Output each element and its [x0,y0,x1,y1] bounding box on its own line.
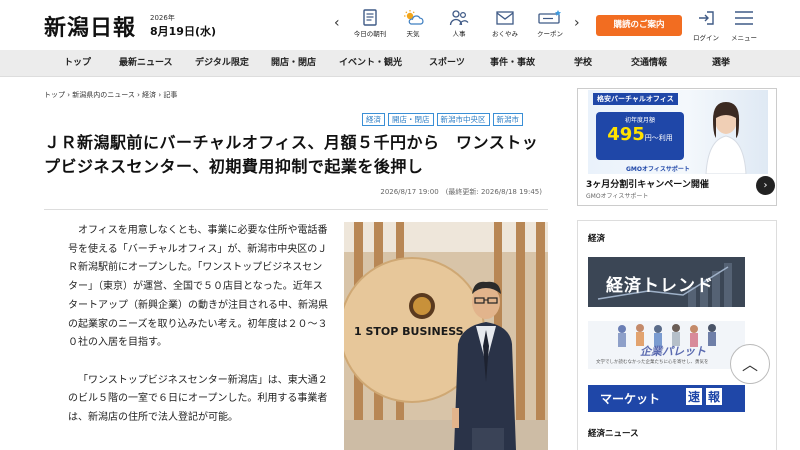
breadcrumb[interactable]: トップ › 新潟県内のニュース › 経済 › 記事 [44,90,177,100]
weather-icon [404,10,424,25]
sidebar-economy-box: 経済 経済トレンド 企業パレット 文学でしか読むなかった企業たちに心を寄せし、勇… [577,220,777,450]
newspaper-icon [363,9,377,26]
economy-trend-title: 経済トレンド [606,276,714,296]
todays-paper-label: 今日の朝刊 [353,30,387,38]
weather-label: 天気 [406,30,420,38]
ad-woman-illustration [705,102,747,174]
tag-niigata-city[interactable]: 新潟市 [492,113,523,126]
photo-sign-text: 1 STOP BUSINESS [354,325,464,338]
market-flash-box: 報 [706,388,723,405]
article-body: オフィスを用意しなくとも、事業に必要な住所や電話番号を使える「バーチャルオフィス… [68,222,330,446]
condolence-label: おくやみ [492,30,518,38]
personnel-label: 人事 [452,30,466,38]
personnel-button[interactable]: 人事 [437,9,481,38]
todays-paper-button[interactable]: 今日の朝刊 [348,9,392,38]
economy-trend-banner[interactable]: 経済トレンド [588,257,745,307]
hamburger-menu-icon [735,11,753,25]
nav-item-elections[interactable]: 選挙 [712,50,730,77]
article-photo[interactable]: 1 STOP BUSINESS [344,222,548,450]
nav-item-digital-exclusive[interactable]: デジタル限定 [195,50,249,77]
date-month-day: 8月19日(水) [150,25,217,38]
market-title: マーケット [600,392,661,406]
login-icon [699,11,714,25]
nav-item-latest-news[interactable]: 最新ニュース [119,50,173,77]
sidebar-ad[interactable]: 格安バーチャルオフィス 初年度月額 495円〜利用 GMOオフィスサポート 3ヶ… [577,88,777,206]
nav-item-top[interactable]: トップ [64,50,91,77]
nav-item-schools[interactable]: 学校 [574,50,592,77]
nav-item-traffic[interactable]: 交通情報 [631,50,667,77]
nav-item-incidents[interactable]: 事件・事故 [490,50,535,77]
site-header: 新潟日報 2026年 8月19日(水) ‹ 今日の朝刊 天気 人事 おくやみ ク… [0,0,800,50]
market-flash-box: 速 [686,388,703,405]
site-logo[interactable]: 新潟日報 [44,10,136,42]
economy-news-heading[interactable]: 経済ニュース [588,427,639,439]
sidebar-heading: 経済 [588,234,606,244]
people-icon [449,10,469,26]
ad-price: 495 [607,124,645,145]
nav-item-openings-closings[interactable]: 開店・閉店 [271,50,316,77]
header-next-chevron-icon[interactable]: › [574,15,580,31]
company-pallet-title: 企業パレット [640,345,706,358]
main-nav: トップ 最新ニュース デジタル限定 開店・閉店 イベント・観光 スポーツ 事件・… [0,50,800,77]
menu-button[interactable]: メニュー [724,10,764,42]
header-prev-chevron-icon[interactable]: ‹ [334,15,340,31]
nav-item-sports[interactable]: スポーツ [429,50,465,77]
tag-economy[interactable]: 経済 [362,113,385,126]
login-button[interactable]: ログイン [686,10,726,42]
coupon-button[interactable]: クーポン [528,9,572,38]
tag-openings[interactable]: 開店・閉店 [388,113,434,126]
article-timestamp: 2026/8/17 19:00 (最終更新: 2026/8/18 19:45) [380,188,542,196]
company-pallet-banner[interactable]: 企業パレット 文学でしか読むなかった企業たちに心を寄せし、勇気を [588,321,745,369]
article-title: ＪＲ新潟駅前にバーチャルオフィス、月額５千円から ワンストップビジネスセンター、… [44,133,539,176]
article-paragraph: 「ワンストップビジネスセンター新潟店」は、東大通２のビル５階の一室で６日にオープ… [68,374,328,424]
scroll-to-top-button[interactable]: ︿ [730,344,770,384]
ad-brand: 格安バーチャルオフィス [593,93,678,105]
ad-badge-caption: 初年度月額 [624,117,655,124]
ad-price-unit: 円〜利用 [644,134,673,142]
weather-button[interactable]: 天気 [391,9,435,38]
tag-chuo-ward[interactable]: 新潟市中央区 [436,113,490,126]
date-year: 2026年 [150,14,175,22]
condolence-icon [496,11,514,25]
nav-item-events-tourism[interactable]: イベント・観光 [339,50,402,77]
ad-price-badge: 初年度月額 495円〜利用 [596,112,684,160]
coupon-label: クーポン [537,30,563,38]
chevron-up-icon: ︿ [741,355,758,374]
ad-caption: 3ヶ月分割引キャンペーン開催 [586,180,709,190]
condolence-button[interactable]: おくやみ [483,9,527,38]
ad-gmo-logo: GMOオフィスサポート [626,166,690,173]
company-pallet-tagline: 文学でしか読むなかった企業たちに心を寄せし、勇気を [596,360,709,365]
title-divider [44,209,548,210]
ad-banner-image: 格安バーチャルオフィス 初年度月額 495円〜利用 GMOオフィスサポート [588,90,768,174]
ad-arrow-icon[interactable]: › [756,176,775,195]
current-date: 2026年 8月19日(水) [150,13,216,37]
login-label: ログイン [693,34,719,42]
menu-label: メニュー [731,34,757,42]
subscribe-button[interactable]: 購読のご案内 [596,15,682,36]
article-tags: 経済 開店・閉店 新潟市中央区 新潟市 [362,113,523,126]
coupon-icon [538,10,561,24]
article-paragraph: オフィスを用意しなくとも、事業に必要な住所や電話番号を使える「バーチャルオフィス… [68,225,328,349]
ad-sponsor: GMOオフィスサポート [586,193,649,200]
market-flash-banner[interactable]: マーケット 速 報 [588,385,745,412]
office-photo-illustration: 1 STOP BUSINESS [344,222,548,450]
